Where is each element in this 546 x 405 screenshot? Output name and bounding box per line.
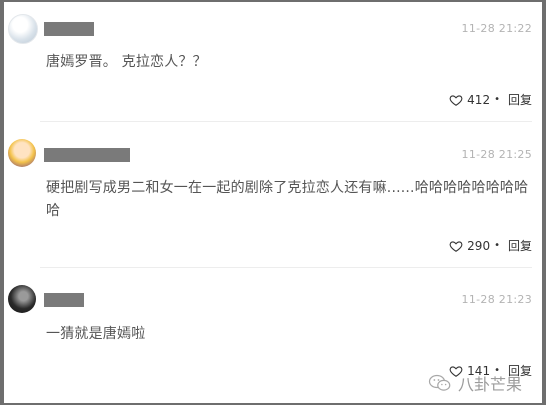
like-count: 412 — [467, 92, 491, 107]
comment-time: 11-28 21:25 — [461, 148, 532, 161]
avatar[interactable] — [8, 14, 38, 44]
watermark: 八卦芒果 — [428, 371, 522, 395]
avatar[interactable] — [8, 285, 36, 313]
comment-time: 11-28 21:23 — [461, 293, 532, 306]
comment-list: 11-28 21:22 唐嫣罗晋。 克拉恋人？？ 412 • 回复 11-28 … — [4, 2, 542, 403]
watermark-text: 八卦芒果 — [457, 375, 522, 394]
username-redacted[interactable] — [44, 293, 84, 307]
username-redacted[interactable] — [44, 148, 130, 162]
comment-text: 一猜就是唐嫣啦 — [46, 326, 146, 342]
comment-actions: 290 • 回复 — [449, 237, 532, 254]
comment-text: 硬把剧写成男二和女一在一起的剧除了克拉恋人还有嘛......哈哈哈哈哈哈哈哈哈 — [46, 180, 529, 219]
comment-actions: 412 • 回复 — [449, 91, 532, 108]
comment-text: 唐嫣罗晋。 克拉恋人？？ — [46, 54, 207, 70]
comment-time: 11-28 21:22 — [461, 22, 532, 35]
username-redacted[interactable] — [44, 22, 94, 36]
heart-icon[interactable] — [449, 93, 463, 107]
reply-button[interactable]: 回复 — [508, 91, 532, 108]
separator-dot: • — [494, 94, 500, 105]
divider — [40, 267, 532, 268]
wechat-icon — [428, 374, 451, 391]
avatar[interactable] — [8, 139, 36, 167]
heart-icon[interactable] — [449, 239, 463, 253]
divider — [40, 121, 532, 122]
separator-dot: • — [494, 240, 500, 251]
like-count: 290 — [467, 238, 491, 253]
reply-button[interactable]: 回复 — [508, 237, 532, 254]
